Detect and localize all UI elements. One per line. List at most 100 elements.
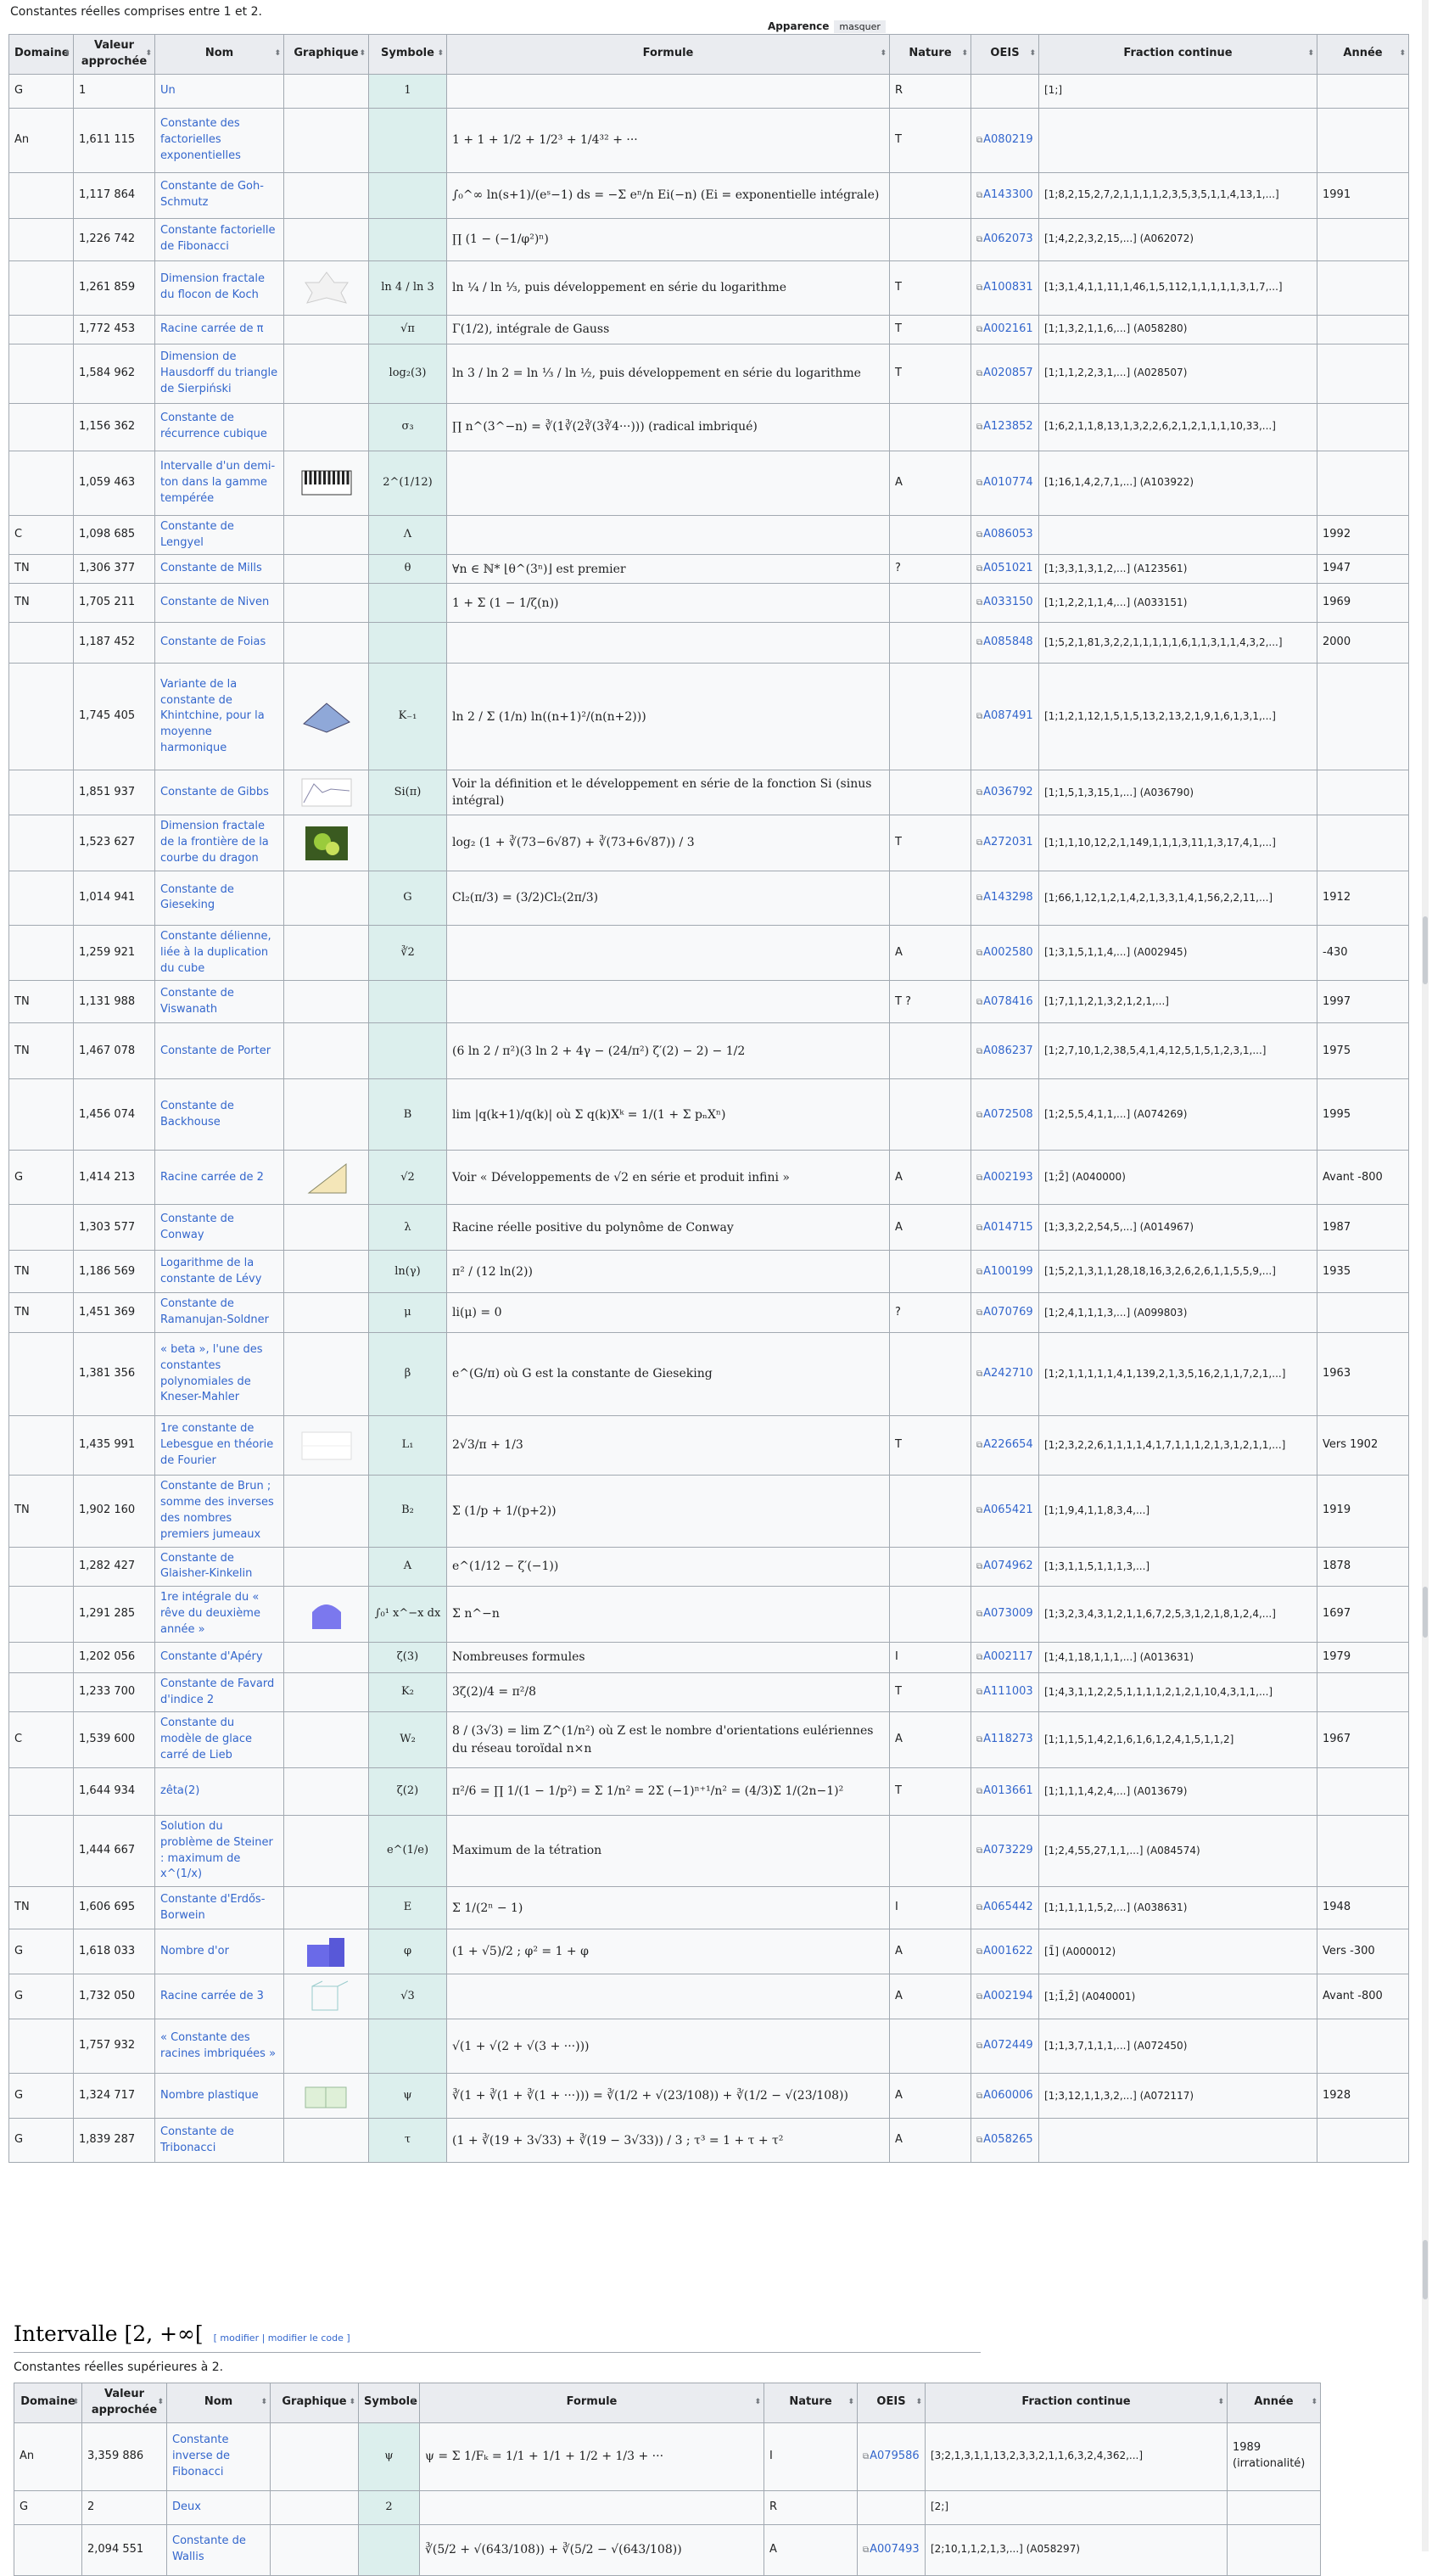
oeis-link[interactable]: A111003 xyxy=(983,1685,1033,1698)
sort-icon[interactable]: ⬍ xyxy=(359,48,366,59)
oeis-link[interactable]: A010774 xyxy=(983,476,1033,489)
cell-oeis[interactable]: ⧉A078416 xyxy=(971,980,1039,1024)
constant-name-link[interactable]: Constante de Lengyel xyxy=(160,520,234,549)
oeis-link[interactable]: A272031 xyxy=(983,836,1033,848)
constant-name-link[interactable]: Constante de Goh-Schmutz xyxy=(160,180,264,209)
constant-name-link[interactable]: Constante de Foias xyxy=(160,636,266,648)
sort-icon[interactable]: ⬍ xyxy=(260,2397,267,2408)
header-symbol[interactable]: Symbole ⬍ xyxy=(358,2383,420,2423)
header-year[interactable]: Année ⬍ xyxy=(1317,34,1409,75)
cell-name[interactable]: Un xyxy=(154,73,284,109)
oeis-link[interactable]: A013661 xyxy=(983,1784,1033,1797)
cell-name[interactable]: « Constante des racines imbriquées » xyxy=(154,2019,284,2075)
constant-name-link[interactable]: Un xyxy=(160,84,176,97)
cell-oeis[interactable]: ⧉A072449 xyxy=(971,2019,1039,2075)
cell-name[interactable]: Deux xyxy=(166,2489,271,2525)
cell-oeis[interactable]: ⧉A100831 xyxy=(971,260,1039,316)
cell-oeis[interactable]: ⧉A086237 xyxy=(971,1022,1039,1080)
oeis-link[interactable]: A060006 xyxy=(983,2089,1033,2102)
cell-name[interactable]: Constante de Brun ; somme des inverses d… xyxy=(154,1475,284,1548)
constant-name-link[interactable]: Constante d'Apéry xyxy=(160,1650,263,1663)
cell-oeis[interactable]: ⧉A072508 xyxy=(971,1078,1039,1151)
constant-name-link[interactable]: Intervalle d'un demi-ton dans la gamme t… xyxy=(160,460,275,505)
cell-oeis[interactable]: ⧉A002193 xyxy=(971,1150,1039,1206)
constant-name-link[interactable]: Constante de Favard d'indice 2 xyxy=(160,1677,274,1706)
header-symbol[interactable]: Symbole ⬍ xyxy=(368,34,447,75)
cell-oeis[interactable] xyxy=(857,2489,926,2525)
cell-oeis[interactable]: ⧉A073229 xyxy=(971,1814,1039,1888)
cell-name[interactable]: Dimension de Hausdorff du triangle de Si… xyxy=(154,343,284,404)
constant-name-link[interactable]: Constante de Gieseking xyxy=(160,883,234,912)
constant-name-link[interactable]: Constante de Mills xyxy=(160,562,262,574)
cell-name[interactable]: Constante de Ramanujan-Soldner xyxy=(154,1292,284,1334)
oeis-link[interactable]: A062073 xyxy=(983,232,1033,245)
constant-name-link[interactable]: zêta(2) xyxy=(160,1784,199,1797)
header-continued-fraction[interactable]: Fraction continue ⬍ xyxy=(925,2383,1228,2423)
constant-name-link[interactable]: Constante de Ramanujan-Soldner xyxy=(160,1297,269,1326)
cell-name[interactable]: zêta(2) xyxy=(154,1767,284,1816)
constant-name-link[interactable]: « Constante des racines imbriquées » xyxy=(160,2031,276,2060)
cell-name[interactable]: Constante délienne, liée à la duplicatio… xyxy=(154,924,284,982)
constant-name-link[interactable]: Constante de Brun ; somme des inverses d… xyxy=(160,1480,274,1541)
header-name[interactable]: Nom ⬍ xyxy=(166,2383,271,2423)
cell-oeis[interactable]: ⧉A070769 xyxy=(971,1292,1039,1334)
cell-name[interactable]: Constante de Backhouse xyxy=(154,1078,284,1151)
header-value[interactable]: Valeur approchée ⬍ xyxy=(73,34,155,75)
cell-oeis[interactable]: ⧉A242710 xyxy=(971,1332,1039,1417)
constant-name-link[interactable]: Solution du problème de Steiner : maximu… xyxy=(160,1820,273,1881)
scrollbar[interactable] xyxy=(1422,0,1429,2551)
sort-icon[interactable]: ⬍ xyxy=(410,2397,417,2408)
cell-oeis[interactable]: ⧉A002161 xyxy=(971,314,1039,344)
oeis-link[interactable]: A051021 xyxy=(983,562,1033,574)
oeis-link[interactable]: A085848 xyxy=(983,636,1033,648)
oeis-link[interactable]: A001622 xyxy=(983,1945,1033,1957)
oeis-link[interactable]: A072449 xyxy=(983,2039,1033,2052)
cell-name[interactable]: Constante de Favard d'indice 2 xyxy=(154,1672,284,1713)
constant-name-link[interactable]: Constante des factorielles exponentielle… xyxy=(160,117,241,162)
header-oeis[interactable]: OEIS ⬍ xyxy=(857,2383,926,2423)
cell-oeis[interactable]: ⧉A036792 xyxy=(971,770,1039,816)
cell-name[interactable]: Constante inverse de Fibonacci xyxy=(166,2422,271,2491)
cell-name[interactable]: Variante de la constante de Khintchine, … xyxy=(154,663,284,771)
constant-name-link[interactable]: Constante d'Erdős-Borwein xyxy=(160,1893,265,1922)
oeis-link[interactable]: A002161 xyxy=(983,322,1033,335)
cell-oeis[interactable]: ⧉A058265 xyxy=(971,2118,1039,2164)
sort-icon[interactable]: ⬍ xyxy=(1217,2397,1224,2408)
cell-name[interactable]: Constante d'Erdős-Borwein xyxy=(154,1886,284,1930)
constant-name-link[interactable]: Logarithme de la constante de Lévy xyxy=(160,1257,261,1285)
header-nature[interactable]: Nature ⬍ xyxy=(889,34,971,75)
cell-name[interactable]: Constante de Viswanath xyxy=(154,980,284,1024)
sort-icon[interactable]: ⬍ xyxy=(145,48,152,59)
cell-oeis[interactable]: ⧉A065442 xyxy=(971,1886,1039,1930)
header-formula[interactable]: Formule ⬍ xyxy=(446,34,890,75)
cell-oeis[interactable]: ⧉A014715 xyxy=(971,1204,1039,1252)
cell-name[interactable]: Constante des factorielles exponentielle… xyxy=(154,107,284,173)
cell-name[interactable]: Dimension fractale du flocon de Koch xyxy=(154,260,284,316)
cell-name[interactable]: Constante factorielle de Fibonacci xyxy=(154,217,284,261)
cell-oeis[interactable]: ⧉A001622 xyxy=(971,1929,1039,1975)
constant-name-link[interactable]: Constante inverse de Fibonacci xyxy=(172,2433,230,2478)
sort-icon[interactable]: ⬍ xyxy=(1399,48,1406,59)
oeis-link[interactable]: A007493 xyxy=(870,2543,920,2556)
cell-name[interactable]: Constante de Foias xyxy=(154,622,284,664)
constant-name-link[interactable]: Constante délienne, liée à la duplicatio… xyxy=(160,930,271,975)
cell-name[interactable]: Constante de Porter xyxy=(154,1022,284,1080)
oeis-link[interactable]: A078416 xyxy=(983,995,1033,1008)
sort-icon[interactable]: ⬍ xyxy=(1029,48,1036,59)
cell-name[interactable]: Racine carrée de π xyxy=(154,314,284,344)
sort-icon[interactable]: ⬍ xyxy=(437,48,444,59)
cell-oeis[interactable] xyxy=(971,73,1039,109)
oeis-link[interactable]: A072508 xyxy=(983,1108,1033,1121)
cell-oeis[interactable]: ⧉A080219 xyxy=(971,107,1039,173)
cell-name[interactable]: Nombre plastique xyxy=(154,2073,284,2120)
header-value[interactable]: Valeur approchée ⬍ xyxy=(81,2383,167,2423)
sort-icon[interactable]: ⬍ xyxy=(754,2397,761,2408)
sort-icon[interactable]: ⬍ xyxy=(1307,48,1314,59)
sort-icon[interactable]: ⬍ xyxy=(847,2397,854,2408)
cell-name[interactable]: Constante de récurrence cubique xyxy=(154,402,284,451)
cell-oeis[interactable]: ⧉A010774 xyxy=(971,450,1039,516)
oeis-link[interactable]: A002117 xyxy=(983,1650,1033,1663)
cell-name[interactable]: Constante de Tribonacci xyxy=(154,2118,284,2164)
sort-icon[interactable]: ⬍ xyxy=(64,48,70,59)
constant-name-link[interactable]: Dimension fractale de la frontière de la… xyxy=(160,820,269,865)
